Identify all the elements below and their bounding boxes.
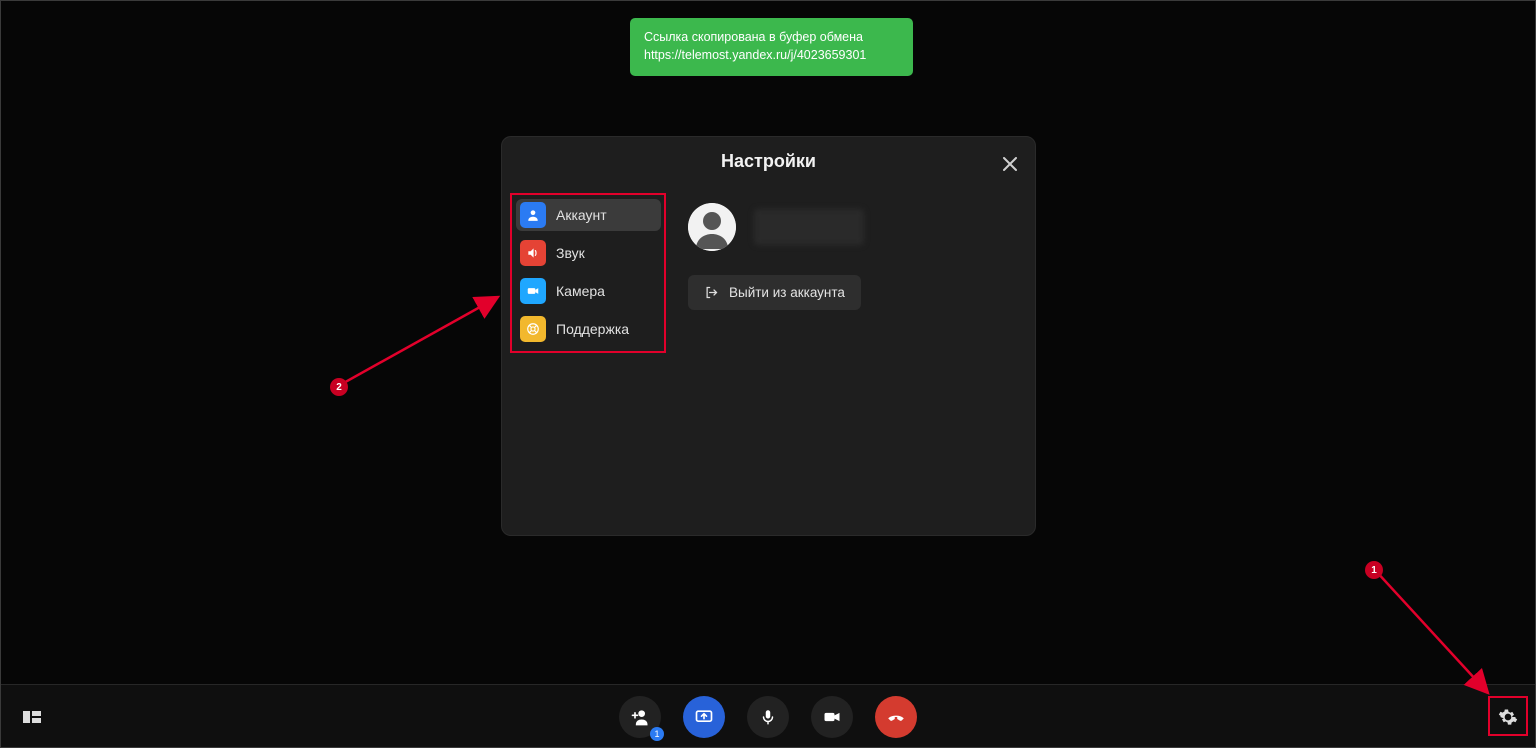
annotation-dot-1: 1 [1365, 561, 1383, 579]
settings-nav: Аккаунт Звук Камера Поддержка [516, 199, 661, 345]
nav-item-label: Поддержка [556, 321, 629, 337]
nav-item-label: Камера [556, 283, 605, 299]
layout-grid-button[interactable] [18, 703, 46, 731]
grid-icon [23, 708, 41, 726]
microphone-button[interactable] [747, 696, 789, 738]
nav-item-camera[interactable]: Камера [516, 275, 661, 307]
account-name-redacted [754, 209, 864, 245]
close-icon [1003, 157, 1017, 171]
logout-icon [704, 285, 719, 300]
person-icon [520, 202, 546, 228]
nav-item-label: Звук [556, 245, 585, 261]
nav-item-sound[interactable]: Звук [516, 237, 661, 269]
gear-icon [1498, 707, 1518, 727]
account-panel: Выйти из аккаунта [688, 203, 864, 310]
add-person-icon [630, 707, 650, 727]
annotation-dot-2: 2 [330, 378, 348, 396]
participant-count-badge: 1 [650, 727, 664, 741]
nav-item-account[interactable]: Аккаунт [516, 199, 661, 231]
nav-item-support[interactable]: Поддержка [516, 313, 661, 345]
lifebuoy-icon [520, 316, 546, 342]
settings-button[interactable] [1490, 699, 1526, 735]
nav-item-label: Аккаунт [556, 207, 607, 223]
logout-button[interactable]: Выйти из аккаунта [688, 275, 861, 310]
video-camera-icon [822, 707, 842, 727]
share-screen-button[interactable] [683, 696, 725, 738]
camera-button[interactable] [811, 696, 853, 738]
bottom-toolbar: 1 [0, 684, 1536, 748]
avatar [688, 203, 736, 251]
settings-title: Настройки [502, 151, 1035, 172]
settings-modal: Настройки Аккаунт Звук Камера [501, 136, 1036, 536]
toast-line2: https://telemost.yandex.ru/j/4023659301 [644, 46, 899, 64]
microphone-icon [759, 708, 777, 726]
add-participant-button[interactable]: 1 [619, 696, 661, 738]
camera-icon [520, 278, 546, 304]
hangup-icon [885, 706, 907, 728]
link-copied-toast: Ссылка скопирована в буфер обмена https:… [630, 18, 913, 76]
toast-line1: Ссылка скопирована в буфер обмена [644, 28, 899, 46]
share-screen-icon [694, 707, 714, 727]
hangup-button[interactable] [875, 696, 917, 738]
close-button[interactable] [999, 153, 1021, 175]
speaker-icon [520, 240, 546, 266]
logout-label: Выйти из аккаунта [729, 285, 845, 300]
